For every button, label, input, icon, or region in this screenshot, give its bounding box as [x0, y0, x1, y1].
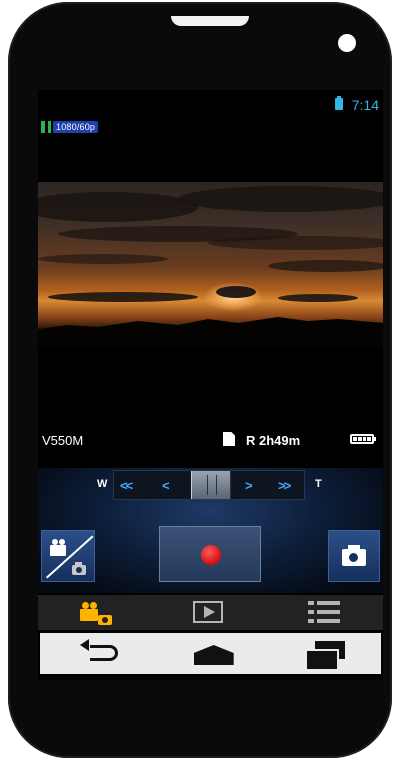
nav-recent-button[interactable]: [267, 633, 381, 674]
status-time: 7:14: [351, 97, 379, 113]
movie-camera-icon: [50, 539, 66, 556]
photo-camera-icon: [72, 562, 86, 575]
menu-list-icon: [308, 601, 340, 623]
recording-mode: 1080/60p: [41, 120, 99, 134]
home-icon: [193, 645, 234, 665]
screen: 7:14 1080/60p V550M R 2h49m W << < > >> …: [38, 90, 383, 680]
camera-battery-icon: [350, 434, 376, 444]
zoom-tele-button[interactable]: >: [245, 478, 252, 493]
zoom-control: W << < > >> T: [85, 468, 331, 502]
camera-icon: [342, 545, 366, 566]
tab-playback[interactable]: [153, 595, 268, 630]
camera-model: V550M: [42, 433, 84, 448]
back-icon: [80, 639, 118, 661]
mode-switch-button[interactable]: [41, 530, 95, 582]
android-navigation-bar: [40, 633, 381, 674]
zoom-fast-tele-button[interactable]: >>: [278, 478, 291, 493]
battery-icon: [335, 96, 343, 110]
camera-viewfinder[interactable]: [38, 182, 383, 347]
zoom-slider[interactable]: << < > >>: [113, 470, 305, 500]
signal-bars-icon: [41, 121, 51, 133]
status-bar: 7:14: [38, 90, 383, 114]
tab-recording[interactable]: [38, 595, 153, 630]
remaining-time: R 2h49m: [246, 433, 301, 448]
record-button[interactable]: [159, 526, 261, 582]
nav-back-button[interactable]: [40, 633, 154, 674]
playback-icon: [193, 601, 223, 623]
nav-home-button[interactable]: [154, 633, 268, 674]
zoom-wide-label: W: [97, 478, 108, 490]
sd-card-icon: [223, 432, 235, 446]
zoom-wide-button[interactable]: <: [162, 478, 169, 493]
hill-silhouette: [38, 317, 383, 347]
recording-format-badge: 1080/60p: [53, 121, 99, 133]
recent-apps-icon: [305, 641, 347, 671]
camera-info-row: V550M R 2h49m: [38, 430, 383, 450]
front-camera: [338, 34, 356, 52]
speaker-grille: [171, 16, 249, 26]
zoom-tele-label: T: [315, 478, 322, 490]
tab-menu[interactable]: [268, 595, 383, 630]
bottom-tabs: [38, 595, 383, 630]
photo-capture-button[interactable]: [328, 530, 380, 582]
zoom-slider-handle[interactable]: [191, 471, 231, 499]
zoom-fast-wide-button[interactable]: <<: [120, 478, 133, 493]
phone-frame: 7:14 1080/60p V550M R 2h49m W << < > >> …: [8, 2, 392, 758]
record-dot-icon: [201, 545, 221, 565]
control-panel: W << < > >> T: [38, 468, 383, 593]
